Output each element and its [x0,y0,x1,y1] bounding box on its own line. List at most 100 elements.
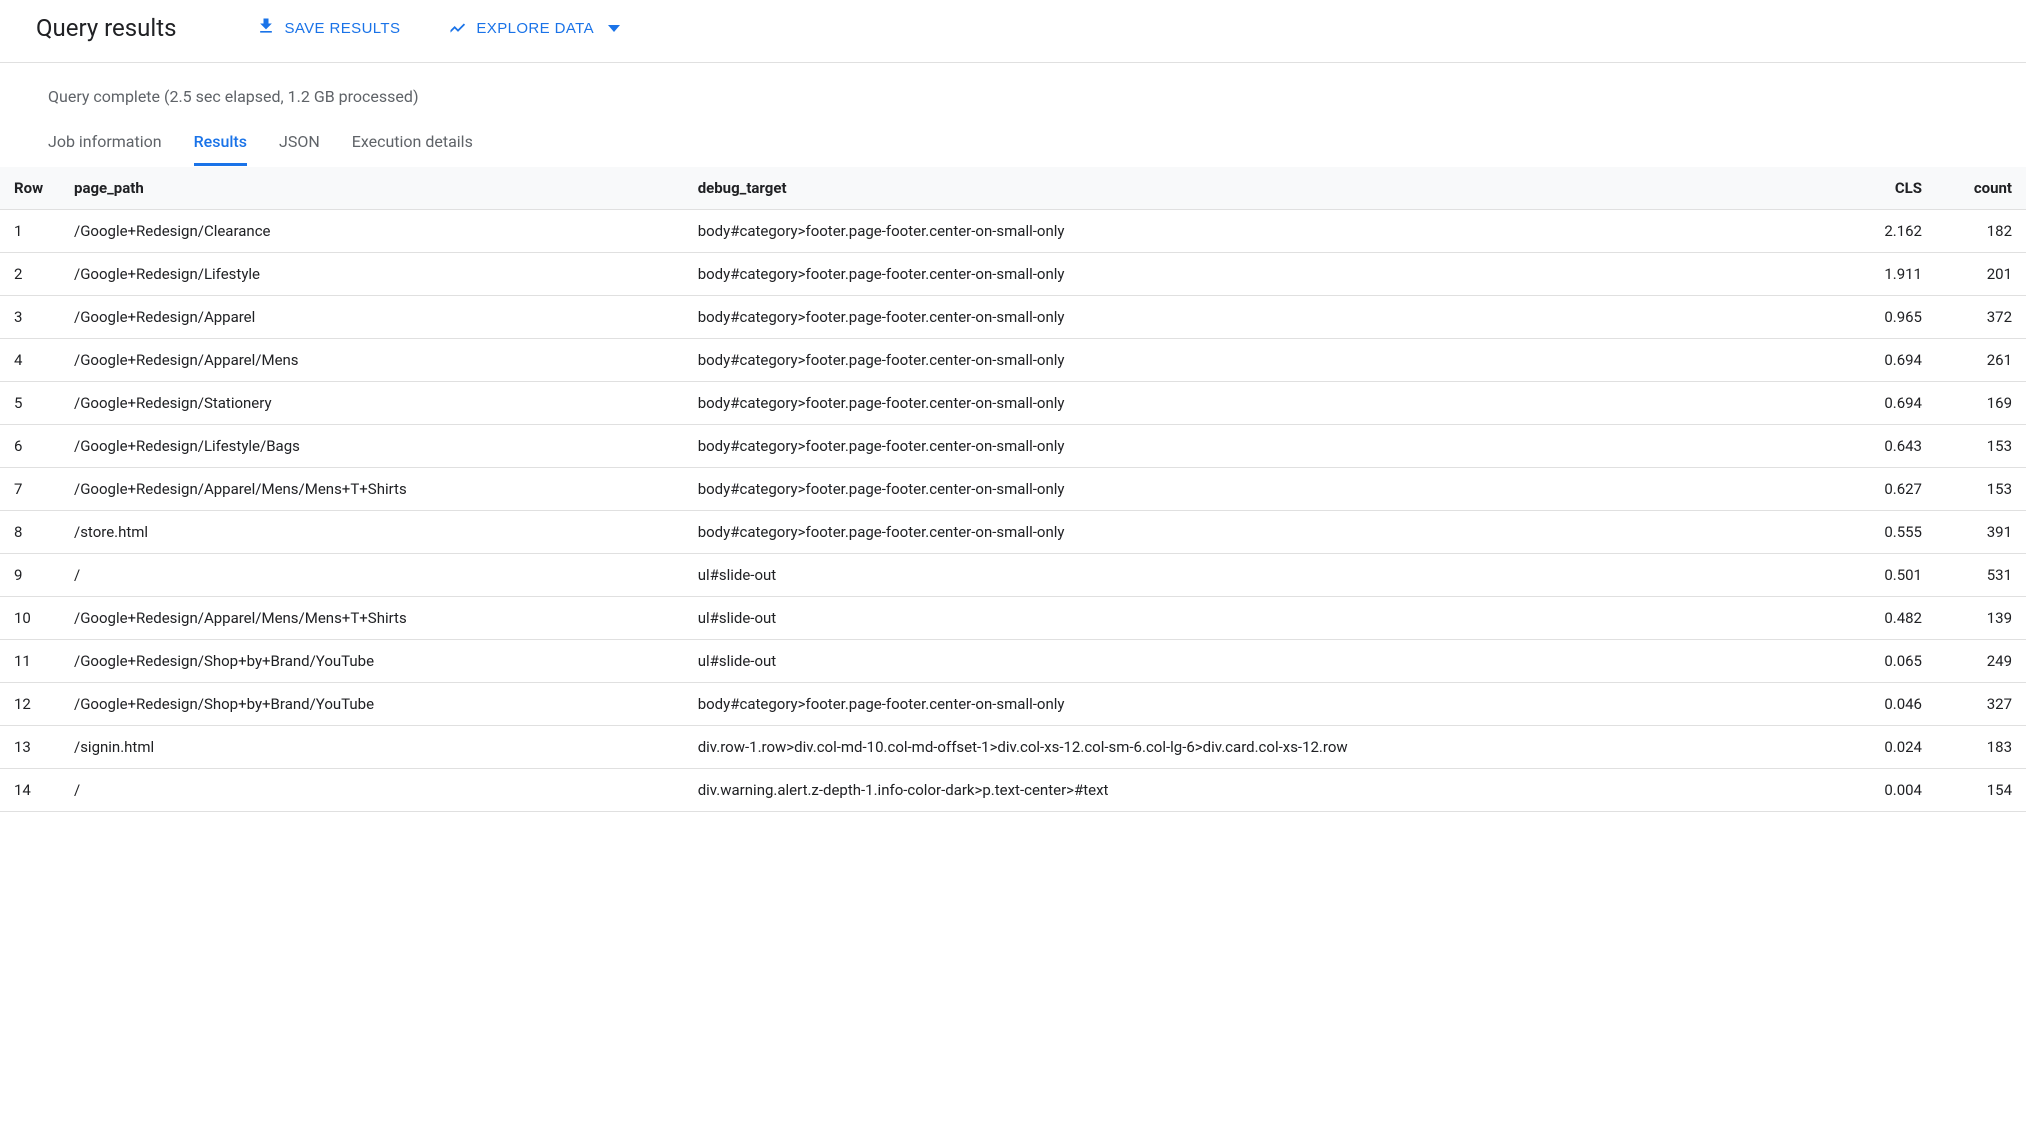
cell-debug_target: body#category>footer.page-footer.center-… [684,425,1856,468]
col-header-row: Row [0,167,60,210]
cell-count: 327 [1936,683,2026,726]
page-title: Query results [36,14,176,42]
cell-row: 2 [0,253,60,296]
query-status-text: Query complete (2.5 sec elapsed, 1.2 GB … [48,87,1978,106]
cell-debug_target: ul#slide-out [684,554,1856,597]
cell-CLS: 1.911 [1856,253,1936,296]
tab-results[interactable]: Results [194,124,247,166]
cell-count: 154 [1936,769,2026,812]
table-row: 8/store.htmlbody#category>footer.page-fo… [0,511,2026,554]
col-header-CLS: CLS [1856,167,1936,210]
col-header-debug_target: debug_target [684,167,1856,210]
col-header-count: count [1936,167,2026,210]
cell-page_path: /Google+Redesign/Clearance [60,210,684,253]
cell-count: 531 [1936,554,2026,597]
cell-CLS: 0.024 [1856,726,1936,769]
table-row: 9/ul#slide-out0.501531 [0,554,2026,597]
cell-debug_target: body#category>footer.page-footer.center-… [684,511,1856,554]
cell-row: 13 [0,726,60,769]
cell-debug_target: div.row-1.row>div.col-md-10.col-md-offse… [684,726,1856,769]
cell-row: 4 [0,339,60,382]
cell-count: 153 [1936,468,2026,511]
explore-data-button[interactable]: EXPLORE DATA [448,16,620,40]
cell-CLS: 0.501 [1856,554,1936,597]
cell-row: 8 [0,511,60,554]
chart-icon [448,16,468,40]
table-header-row: Rowpage_pathdebug_targetCLScount [0,167,2026,210]
tab-execution-details[interactable]: Execution details [352,124,473,166]
status-area: Query complete (2.5 sec elapsed, 1.2 GB … [0,63,2026,167]
col-header-page_path: page_path [60,167,684,210]
download-icon [256,16,276,40]
cell-row: 11 [0,640,60,683]
cell-debug_target: body#category>footer.page-footer.center-… [684,382,1856,425]
cell-page_path: /Google+Redesign/Apparel/Mens [60,339,684,382]
cell-page_path: /Google+Redesign/Lifestyle [60,253,684,296]
cell-CLS: 2.162 [1856,210,1936,253]
cell-row: 7 [0,468,60,511]
cell-count: 201 [1936,253,2026,296]
cell-row: 3 [0,296,60,339]
cell-count: 183 [1936,726,2026,769]
cell-row: 14 [0,769,60,812]
table-row: 6/Google+Redesign/Lifestyle/Bagsbody#cat… [0,425,2026,468]
cell-page_path: /Google+Redesign/Lifestyle/Bags [60,425,684,468]
cell-count: 372 [1936,296,2026,339]
results-table: Rowpage_pathdebug_targetCLScount 1/Googl… [0,167,2026,812]
cell-CLS: 0.482 [1856,597,1936,640]
explore-data-label: EXPLORE DATA [476,20,594,37]
cell-CLS: 0.065 [1856,640,1936,683]
cell-CLS: 0.004 [1856,769,1936,812]
cell-page_path: / [60,769,684,812]
result-tabs: Job information Results JSON Execution deta… [48,124,1978,167]
cell-row: 6 [0,425,60,468]
cell-page_path: / [60,554,684,597]
cell-debug_target: body#category>footer.page-footer.center-… [684,683,1856,726]
cell-debug_target: body#category>footer.page-footer.center-… [684,296,1856,339]
cell-CLS: 0.694 [1856,339,1936,382]
cell-count: 169 [1936,382,2026,425]
chevron-down-icon [608,25,620,32]
cell-row: 5 [0,382,60,425]
cell-row: 9 [0,554,60,597]
cell-debug_target: ul#slide-out [684,640,1856,683]
cell-count: 153 [1936,425,2026,468]
cell-debug_target: body#category>footer.page-footer.center-… [684,253,1856,296]
cell-page_path: /Google+Redesign/Apparel/Mens/Mens+T+Shi… [60,468,684,511]
cell-CLS: 0.555 [1856,511,1936,554]
save-results-label: SAVE RESULTS [284,20,400,37]
cell-row: 12 [0,683,60,726]
table-row: 2/Google+Redesign/Lifestylebody#category… [0,253,2026,296]
cell-count: 391 [1936,511,2026,554]
cell-page_path: /store.html [60,511,684,554]
cell-count: 139 [1936,597,2026,640]
cell-CLS: 0.046 [1856,683,1936,726]
cell-CLS: 0.694 [1856,382,1936,425]
cell-debug_target: body#category>footer.page-footer.center-… [684,210,1856,253]
cell-CLS: 0.643 [1856,425,1936,468]
cell-count: 249 [1936,640,2026,683]
table-row: 13/signin.htmldiv.row-1.row>div.col-md-1… [0,726,2026,769]
cell-debug_target: body#category>footer.page-footer.center-… [684,468,1856,511]
cell-row: 1 [0,210,60,253]
cell-CLS: 0.627 [1856,468,1936,511]
cell-page_path: /signin.html [60,726,684,769]
table-row: 1/Google+Redesign/Clearancebody#category… [0,210,2026,253]
table-body: 1/Google+Redesign/Clearancebody#category… [0,210,2026,812]
cell-row: 10 [0,597,60,640]
table-row: 10/Google+Redesign/Apparel/Mens/Mens+T+S… [0,597,2026,640]
tab-json[interactable]: JSON [279,124,320,166]
cell-debug_target: ul#slide-out [684,597,1856,640]
table-row: 7/Google+Redesign/Apparel/Mens/Mens+T+Sh… [0,468,2026,511]
table-row: 12/Google+Redesign/Shop+by+Brand/YouTube… [0,683,2026,726]
table-row: 14/div.warning.alert.z-depth-1.info-colo… [0,769,2026,812]
cell-page_path: /Google+Redesign/Shop+by+Brand/YouTube [60,683,684,726]
cell-page_path: /Google+Redesign/Shop+by+Brand/YouTube [60,640,684,683]
cell-CLS: 0.965 [1856,296,1936,339]
results-header: Query results SAVE RESULTS EXPLORE DATA [0,0,2026,63]
tab-job-information[interactable]: Job information [48,124,162,166]
cell-page_path: /Google+Redesign/Apparel [60,296,684,339]
save-results-button[interactable]: SAVE RESULTS [256,16,400,40]
table-row: 5/Google+Redesign/Stationerybody#categor… [0,382,2026,425]
cell-page_path: /Google+Redesign/Stationery [60,382,684,425]
